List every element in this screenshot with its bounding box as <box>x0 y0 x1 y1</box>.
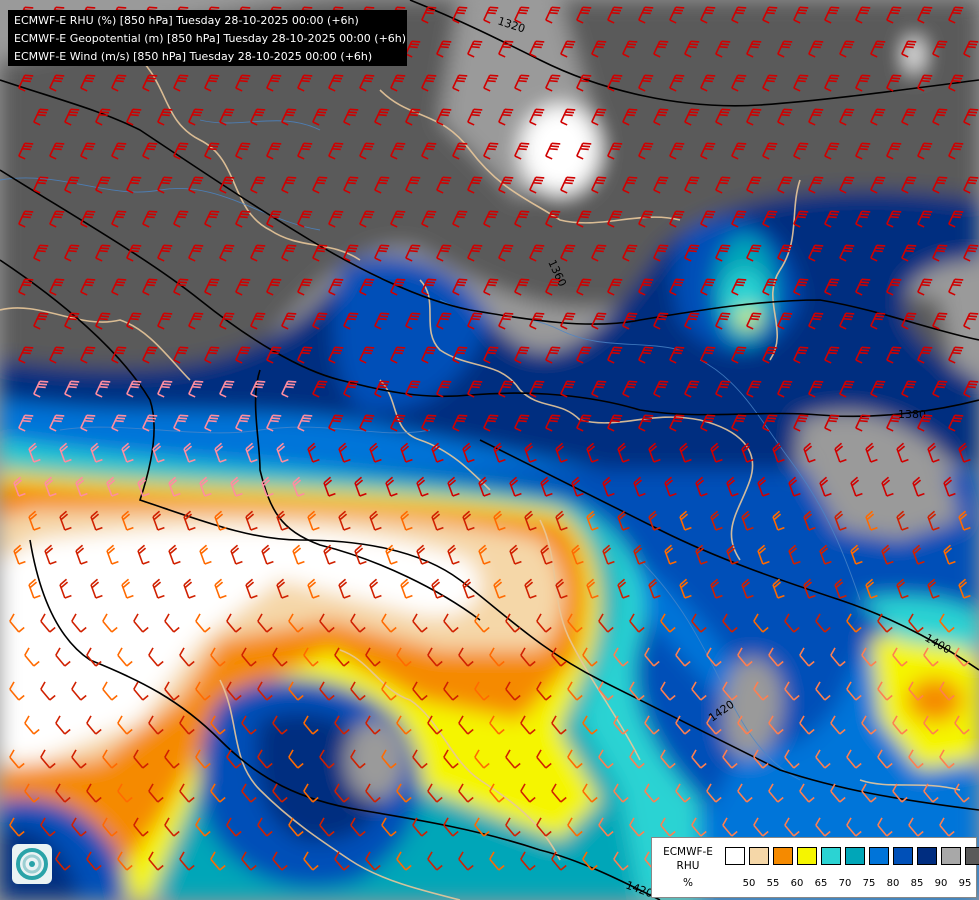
legend-tick: 50 <box>742 878 756 889</box>
legend-tick: 65 <box>814 878 828 889</box>
legend-swatch <box>725 847 745 865</box>
legend-swatch <box>941 847 961 865</box>
legend-swatch <box>845 847 865 865</box>
title-wind: ECMWF-E Wind (m/s) [850 hPa] Tuesday 28-… <box>14 50 373 63</box>
legend-swatch <box>869 847 889 865</box>
legend-swatch <box>797 847 817 865</box>
legend-tick: 75 <box>862 878 876 889</box>
legend-swatch <box>749 847 769 865</box>
legend-swatch <box>773 847 793 865</box>
legend-model: ECMWF-E <box>663 846 713 858</box>
legend-unit: % <box>683 877 693 889</box>
title-rhu: ECMWF-E RHU (%) [850 hPa] Tuesday 28-10-… <box>14 14 359 27</box>
legend-swatch <box>965 847 979 865</box>
legend-variable: RHU <box>676 860 700 872</box>
legend-tick: 70 <box>838 878 852 889</box>
legend-tick: 55 <box>766 878 780 889</box>
legend-swatch <box>821 847 841 865</box>
title-geopotential: ECMWF-E Geopotential (m) [850 hPa] Tuesd… <box>14 32 407 45</box>
rhu-legend: ECMWF-E RHU % 50556065707580859095100 <box>651 837 979 898</box>
legend-tick: 60 <box>790 878 804 889</box>
legend-tick: 85 <box>910 878 924 889</box>
legend-tick: 80 <box>886 878 900 889</box>
legend-tick: 95 <box>958 878 972 889</box>
ecmwf-swirl-logo-icon <box>12 844 52 884</box>
legend-swatch <box>917 847 937 865</box>
legend-tick: 90 <box>934 878 948 889</box>
map-title-box: ECMWF-E RHU (%) [850 hPa] Tuesday 28-10-… <box>8 10 407 66</box>
legend-swatch <box>893 847 913 865</box>
rhu-map: 1320 1360 1380 1400 1420 1420 <box>0 0 979 900</box>
